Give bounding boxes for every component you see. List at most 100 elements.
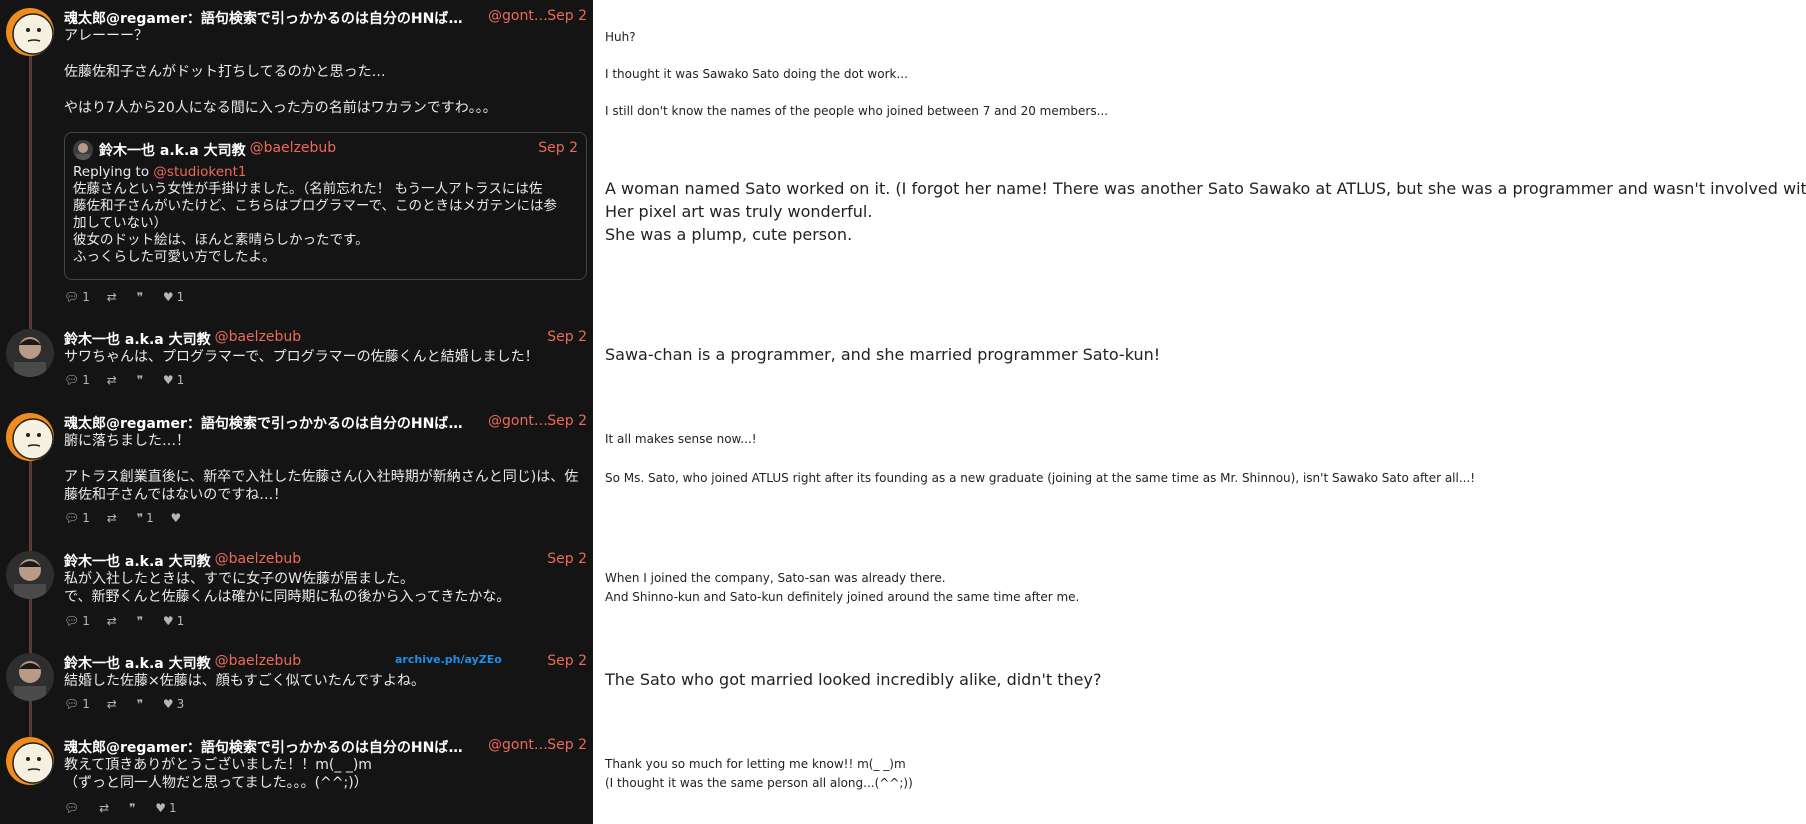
- tweet-text: 結婚した佐藤×佐藤は、顔もすごく似ていたんですよね。: [64, 673, 426, 689]
- like-button[interactable]: ♥ 1: [163, 373, 184, 387]
- quote-button[interactable]: ❞: [137, 697, 146, 711]
- reply-icon: 💬︎: [64, 614, 80, 628]
- man-photo-avatar[interactable]: [6, 653, 54, 701]
- translation-line: The Sato who got married looked incredib…: [605, 670, 1102, 689]
- translation-line: (I thought it was the same person all al…: [605, 776, 913, 790]
- quoted-tweet[interactable]: 鈴木一也 a.k.a 大司教 @baelzebub Sep 2 Replying …: [64, 132, 587, 280]
- author-handle[interactable]: @gont…: [488, 8, 548, 24]
- quoted-text: 彼女のドット絵は、ほんと素晴らしかったです。: [73, 232, 369, 248]
- reply-handle-link[interactable]: @studiokent1: [153, 164, 246, 180]
- reply-button[interactable]: 💬︎ 1: [64, 511, 90, 525]
- tweet-item[interactable]: 魂太郎@regamer：語句検索で引っかかるのは自分のHNばか… @gont… S…: [0, 731, 593, 824]
- quote-icon: ❞: [136, 290, 144, 304]
- archive-link[interactable]: archive.ph/ayZEo: [395, 653, 502, 666]
- author-name[interactable]: 魂太郎@regamer：語句検索で引っかかるのは自分のHNばか…: [64, 413, 474, 433]
- tweet-item[interactable]: 魂太郎@regamer：語句検索で引っかかるのは自分のHNばか… @gont… S…: [0, 2, 593, 322]
- reply-button[interactable]: 💬︎ 1: [64, 697, 90, 711]
- retweet-button[interactable]: ⇄: [107, 290, 120, 304]
- tweet-item[interactable]: 魂太郎@regamer：語句検索で引っかかるのは自分のHNばか… @gont… S…: [0, 407, 593, 539]
- retweet-button[interactable]: ⇄: [99, 801, 112, 815]
- retweet-icon: ⇄: [106, 697, 117, 711]
- retweet-icon: ⇄: [99, 801, 110, 815]
- author-handle[interactable]: @baelzebub: [215, 329, 302, 345]
- author-handle[interactable]: @gont…: [488, 737, 548, 753]
- tweet-date[interactable]: Sep 2: [547, 329, 587, 345]
- tweet-thread-panel: 魂太郎@regamer：語句検索で引っかかるのは自分のHNばか… @gont… S…: [0, 0, 593, 824]
- quoted-author-name[interactable]: 鈴木一也 a.k.a 大司教: [99, 140, 246, 160]
- translation-line: It all makes sense now...!: [605, 432, 757, 446]
- reply-icon: 💬︎: [64, 511, 80, 525]
- translation-line: When I joined the company, Sato-san was …: [605, 571, 946, 585]
- translation-line: And Shinno-kun and Sato-kun definitely j…: [605, 590, 1080, 604]
- doodle-face-avatar[interactable]: [6, 8, 54, 56]
- tweet-text: 佐藤佐和子さんがドット打ちしてるのかと思った…: [64, 64, 386, 80]
- reply-context: Replying to @studiokent1: [73, 164, 578, 181]
- author-handle[interactable]: @gont…: [488, 413, 548, 429]
- translation-block: Thank you so much for letting me know!! …: [605, 755, 913, 793]
- like-button[interactable]: ♥ 1: [163, 614, 184, 628]
- reply-icon: 💬︎: [64, 373, 80, 387]
- like-button[interactable]: ♥ 1: [155, 801, 176, 815]
- quoted-text: ふっくらした可愛い方でしたよ。: [73, 249, 276, 265]
- author-name[interactable]: 魂太郎@regamer：語句検索で引っかかるのは自分のHNばか…: [64, 737, 474, 757]
- reply-button[interactable]: 💬︎: [64, 801, 82, 815]
- quoted-author-handle[interactable]: @baelzebub: [250, 140, 337, 156]
- reply-button[interactable]: 💬︎ 1: [64, 290, 90, 304]
- reply-icon: 💬︎: [64, 290, 80, 304]
- tweet-actions: 💬︎ 1 ⇄ ❞ ♥ 3: [64, 697, 197, 711]
- translation-panel: Huh? I thought it was Sawako Sato doing …: [593, 0, 1806, 824]
- tweet-item[interactable]: 鈴木一也 a.k.a 大司教 @baelzebub Sep 2 私が入社したときは…: [0, 545, 593, 645]
- translation-line: So Ms. Sato, who joined ATLUS right afte…: [605, 471, 1476, 485]
- author-name[interactable]: 鈴木一也 a.k.a 大司教: [64, 653, 211, 673]
- tweet-actions: 💬︎ 1 ⇄ ❞ 1 ♥: [64, 511, 197, 525]
- tweet-item[interactable]: 鈴木一也 a.k.a 大司教 @baelzebub Sep 2 結婚した佐藤×佐藤…: [0, 647, 593, 729]
- author-name[interactable]: 鈴木一也 a.k.a 大司教: [64, 551, 211, 571]
- reply-icon: 💬︎: [64, 697, 80, 711]
- tweet-text: 藤佐和子さんではないのですね…！: [64, 487, 288, 503]
- reply-button[interactable]: 💬︎ 1: [64, 373, 90, 387]
- retweet-button[interactable]: ⇄: [107, 697, 120, 711]
- tweet-actions: 💬︎ ⇄ ❞ ♥ 1: [64, 801, 190, 815]
- reply-button[interactable]: 💬︎ 1: [64, 614, 90, 628]
- quote-button[interactable]: ❞: [129, 801, 138, 815]
- man-photo-avatar[interactable]: [6, 551, 54, 599]
- tweet-actions: 💬︎ 1 ⇄ ❞ ♥ 1: [64, 614, 197, 628]
- man-photo-avatar[interactable]: [6, 329, 54, 377]
- like-button[interactable]: ♥: [171, 511, 185, 525]
- author-handle[interactable]: @baelzebub: [215, 653, 302, 669]
- author-name[interactable]: 鈴木一也 a.k.a 大司教: [64, 329, 211, 349]
- tweet-date[interactable]: Sep 2: [547, 737, 587, 753]
- author-name[interactable]: 魂太郎@regamer：語句検索で引っかかるのは自分のHNばか…: [64, 8, 474, 28]
- tweet-date[interactable]: Sep 2: [547, 551, 587, 567]
- tweet-date[interactable]: Sep 2: [547, 653, 587, 669]
- heart-icon: ♥: [155, 801, 167, 815]
- author-handle[interactable]: @baelzebub: [215, 551, 302, 567]
- quote-icon: ❞: [136, 697, 144, 711]
- heart-icon: ♥: [162, 373, 174, 387]
- retweet-button[interactable]: ⇄: [107, 373, 120, 387]
- quote-button[interactable]: ❞: [137, 290, 146, 304]
- doodle-face-avatar[interactable]: [6, 737, 54, 785]
- tweet-date[interactable]: Sep 2: [547, 8, 587, 24]
- retweet-button[interactable]: ⇄: [107, 614, 120, 628]
- quote-button[interactable]: ❞: [137, 614, 146, 628]
- retweet-button[interactable]: ⇄: [107, 511, 120, 525]
- quote-button[interactable]: ❞: [137, 373, 146, 387]
- doodle-face-avatar[interactable]: [6, 413, 54, 461]
- reply-prefix: Replying to: [73, 164, 150, 180]
- quote-icon: ❞: [136, 511, 144, 525]
- man-photo-avatar: [73, 140, 93, 160]
- tweet-date[interactable]: Sep 2: [547, 413, 587, 429]
- translation-block: The Sato who got married looked incredib…: [605, 668, 1101, 691]
- retweet-icon: ⇄: [106, 614, 117, 628]
- tweet-item[interactable]: 鈴木一也 a.k.a 大司教 @baelzebub Sep 2 サワちゃんは、プロ…: [0, 323, 593, 405]
- tweet-text: やはり7人から20人になる間に入った方の名前はワカランですわ。。。: [64, 100, 497, 116]
- quote-button[interactable]: ❞ 1: [137, 511, 154, 525]
- like-button[interactable]: ♥ 3: [163, 697, 184, 711]
- tweet-text: サワちゃんは、プログラマーで、プログラマーの佐藤くんと結婚しました！: [64, 349, 539, 365]
- translation-block: When I joined the company, Sato-san was …: [605, 569, 1079, 607]
- translation-line: Sawa-chan is a programmer, and she marri…: [605, 345, 1161, 364]
- like-button[interactable]: ♥ 1: [163, 290, 184, 304]
- quoted-date[interactable]: Sep 2: [538, 140, 578, 156]
- quote-icon: ❞: [128, 801, 136, 815]
